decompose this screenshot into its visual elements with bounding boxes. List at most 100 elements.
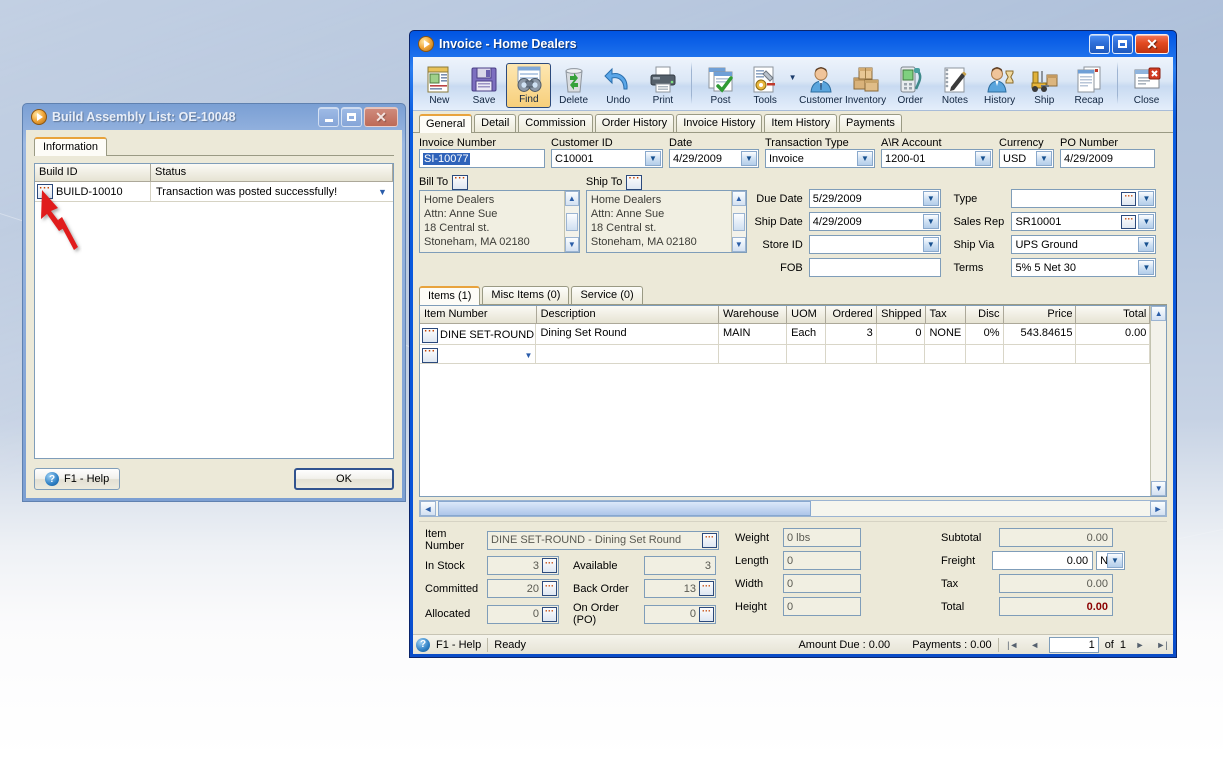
- chevron-down-icon[interactable]: ▼: [525, 351, 536, 360]
- tab-order-history[interactable]: Order History: [594, 114, 675, 132]
- cell-uom-new[interactable]: [787, 345, 827, 363]
- close-icon[interactable]: ✕: [364, 107, 398, 127]
- column-header-status[interactable]: Status: [151, 164, 393, 181]
- allocated-field[interactable]: 0: [487, 604, 559, 624]
- chevron-down-icon[interactable]: ▼: [375, 184, 390, 199]
- chevron-down-icon[interactable]: ▼: [857, 151, 873, 166]
- bill-to-scrollbar[interactable]: ▲ ▼: [563, 191, 579, 252]
- tab-detail[interactable]: Detail: [474, 114, 517, 132]
- tab-payments[interactable]: Payments: [839, 114, 902, 132]
- chevron-down-icon[interactable]: ▼: [1107, 553, 1124, 568]
- cell-price-new[interactable]: [1004, 345, 1077, 363]
- column-header-build-id[interactable]: Build ID: [35, 164, 151, 181]
- detail-item-number-field[interactable]: DINE SET-ROUND - Dining Set Round: [487, 530, 719, 550]
- table-row[interactable]: DINE SET-ROUND ▼ Dining Set Round MAIN E…: [420, 324, 1151, 345]
- table-row-new[interactable]: ▼: [420, 345, 1151, 364]
- committed-lookup-icon[interactable]: [542, 581, 557, 596]
- cell-disc-new[interactable]: [966, 345, 1004, 363]
- cell-description[interactable]: Dining Set Round: [536, 324, 719, 344]
- cell-total-new[interactable]: [1076, 345, 1151, 363]
- ship-to-scrollbar[interactable]: ▲ ▼: [730, 191, 746, 252]
- build-window-titlebar[interactable]: Build Assembly List: OE-10048 ✕: [26, 104, 402, 130]
- chevron-up-icon[interactable]: ▲: [731, 191, 746, 206]
- customer-id-combo[interactable]: C10001 ▼: [551, 149, 663, 168]
- fob-input[interactable]: [808, 258, 941, 277]
- maximize-icon[interactable]: [341, 107, 362, 127]
- invoice-tabstrip[interactable]: General Detail Commission Order History …: [413, 114, 1173, 133]
- cell-warehouse[interactable]: MAIN: [719, 324, 788, 344]
- help-button[interactable]: F1 - Help: [34, 468, 121, 490]
- items-grid[interactable]: Item Number Description Warehouse UOM Or…: [419, 305, 1167, 497]
- previous-record-button[interactable]: ◄: [1027, 637, 1043, 653]
- back-order-field[interactable]: 13: [644, 579, 716, 598]
- toolbar-customer-button[interactable]: Customer: [799, 65, 844, 108]
- hscrollbar-thumb[interactable]: [438, 501, 811, 516]
- chevron-down-icon[interactable]: ▼: [922, 191, 939, 206]
- cell-tax-new[interactable]: [925, 345, 967, 363]
- chevron-down-icon[interactable]: ▼: [1138, 237, 1155, 252]
- chevron-left-icon[interactable]: ◄: [420, 501, 436, 516]
- items-grid-vscrollbar[interactable]: ▲ ▼: [1150, 306, 1166, 496]
- build-grid[interactable]: Build ID Status BUILD-10010 Transaction …: [34, 163, 394, 459]
- tab-information[interactable]: Information: [34, 137, 108, 156]
- ship-to-lookup-icon[interactable]: [626, 174, 643, 190]
- items-tabstrip[interactable]: Items (1) Misc Items (0) Service (0): [419, 286, 1167, 305]
- scrollbar-thumb[interactable]: [732, 212, 745, 231]
- minimize-icon[interactable]: [318, 107, 339, 127]
- toolbar-tools-button[interactable]: Tools: [743, 65, 788, 108]
- column-header-total[interactable]: Total: [1076, 306, 1151, 323]
- chevron-down-icon[interactable]: ▼: [1138, 191, 1155, 206]
- toolbar-ship-button[interactable]: Ship: [1022, 65, 1067, 108]
- items-grid-hscrollbar[interactable]: ◄ ►: [419, 500, 1167, 517]
- toolbar-find-button[interactable]: Find: [506, 63, 552, 108]
- build-assembly-list-window[interactable]: Build Assembly List: OE-10048 ✕ Informat…: [22, 103, 406, 502]
- sales-rep-lookup-icon[interactable]: [1121, 215, 1137, 229]
- chevron-down-icon[interactable]: ▼: [731, 237, 746, 252]
- chevron-down-icon[interactable]: ▼: [1151, 481, 1166, 496]
- cell-ordered-new[interactable]: [826, 345, 877, 363]
- transaction-type-combo[interactable]: Invoice ▼: [765, 149, 875, 168]
- ok-button[interactable]: OK: [294, 468, 394, 490]
- sales-rep-combo[interactable]: SR10001 ▼: [1011, 212, 1157, 231]
- build-tabstrip[interactable]: Information: [34, 136, 394, 156]
- chevron-down-icon[interactable]: ▼: [1138, 260, 1155, 275]
- available-field[interactable]: 3: [644, 556, 716, 575]
- po-number-input[interactable]: 4/29/2009: [1060, 149, 1155, 168]
- chevron-down-icon[interactable]: ▼: [922, 237, 939, 252]
- column-header-tax[interactable]: Tax: [925, 306, 967, 323]
- width-field[interactable]: 0: [783, 574, 861, 593]
- tab-commission[interactable]: Commission: [518, 114, 593, 132]
- toolbar-recap-button[interactable]: Recap: [1067, 65, 1112, 108]
- chevron-down-icon[interactable]: ▼: [645, 151, 661, 166]
- tab-general[interactable]: General: [419, 114, 473, 133]
- minimize-icon[interactable]: [1089, 34, 1110, 54]
- column-header-disc[interactable]: Disc: [966, 306, 1004, 323]
- ship-date-combo[interactable]: 4/29/2009 ▼: [808, 212, 941, 231]
- toolbar-post-button[interactable]: Post: [698, 65, 743, 108]
- store-id-combo[interactable]: ▼: [808, 235, 941, 254]
- toolbar-save-button[interactable]: Save: [462, 65, 507, 108]
- table-row[interactable]: BUILD-10010 Transaction was posted succe…: [35, 182, 393, 202]
- cell-description-new[interactable]: [536, 345, 719, 363]
- toolbar-history-button[interactable]: History: [977, 65, 1022, 108]
- chevron-down-icon[interactable]: ▼: [1036, 151, 1052, 166]
- type-lookup-icon[interactable]: [1121, 192, 1137, 206]
- in-stock-lookup-icon[interactable]: [542, 558, 557, 573]
- toolbar-delete-button[interactable]: Delete: [551, 65, 596, 108]
- chevron-down-icon[interactable]: ▼: [922, 214, 939, 229]
- ar-account-combo[interactable]: 1200-01 ▼: [881, 149, 993, 168]
- on-order-po-field[interactable]: 0: [644, 604, 716, 624]
- cell-shipped[interactable]: 0: [877, 324, 926, 344]
- cell-ordered[interactable]: 3: [826, 324, 877, 344]
- on-order-po-lookup-icon[interactable]: [699, 606, 714, 622]
- close-icon[interactable]: ✕: [1135, 34, 1169, 54]
- toolbar-notes-button[interactable]: Notes: [933, 65, 978, 108]
- date-combo[interactable]: 4/29/2009 ▼: [669, 149, 759, 168]
- terms-combo[interactable]: 5% 5 Net 30 ▼: [1011, 258, 1157, 277]
- tab-misc-items[interactable]: Misc Items (0): [482, 286, 570, 304]
- column-header-shipped[interactable]: Shipped: [876, 306, 926, 323]
- cell-item-number[interactable]: DINE SET-ROUND ▼: [420, 324, 537, 344]
- toolbar-close-button[interactable]: Close: [1124, 65, 1169, 108]
- scrollbar-thumb[interactable]: [565, 212, 578, 231]
- chevron-down-icon[interactable]: ▼: [564, 237, 579, 252]
